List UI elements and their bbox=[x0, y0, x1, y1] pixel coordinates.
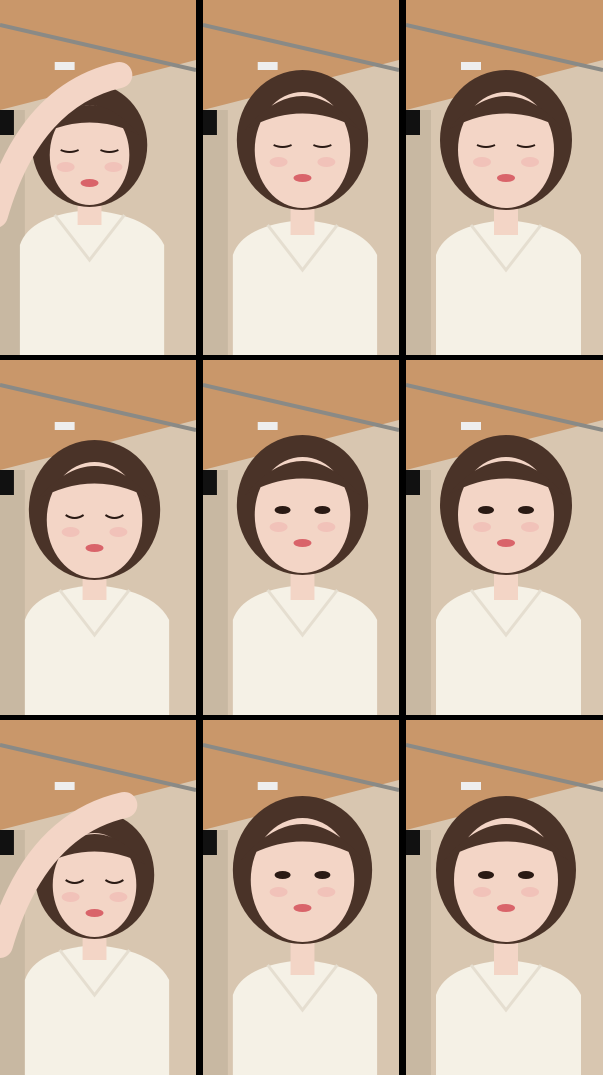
portrait-scene bbox=[406, 360, 603, 715]
photo-tile-4 bbox=[0, 360, 196, 715]
portrait-scene bbox=[406, 0, 603, 355]
portrait-scene bbox=[203, 720, 399, 1075]
photo-tile-9 bbox=[406, 720, 603, 1075]
photo-tile-2 bbox=[203, 0, 399, 355]
portrait-scene bbox=[0, 720, 196, 1075]
photo-tile-5 bbox=[203, 360, 399, 715]
portrait-scene bbox=[406, 720, 603, 1075]
photo-tile-3 bbox=[406, 0, 603, 355]
photo-tile-7 bbox=[0, 720, 196, 1075]
photo-tile-1 bbox=[0, 0, 196, 355]
photo-grid bbox=[0, 0, 603, 1075]
portrait-scene bbox=[203, 360, 399, 715]
portrait-scene bbox=[0, 360, 196, 715]
portrait-scene bbox=[0, 0, 196, 355]
photo-tile-6 bbox=[406, 360, 603, 715]
portrait-scene bbox=[203, 0, 399, 355]
photo-tile-8 bbox=[203, 720, 399, 1075]
